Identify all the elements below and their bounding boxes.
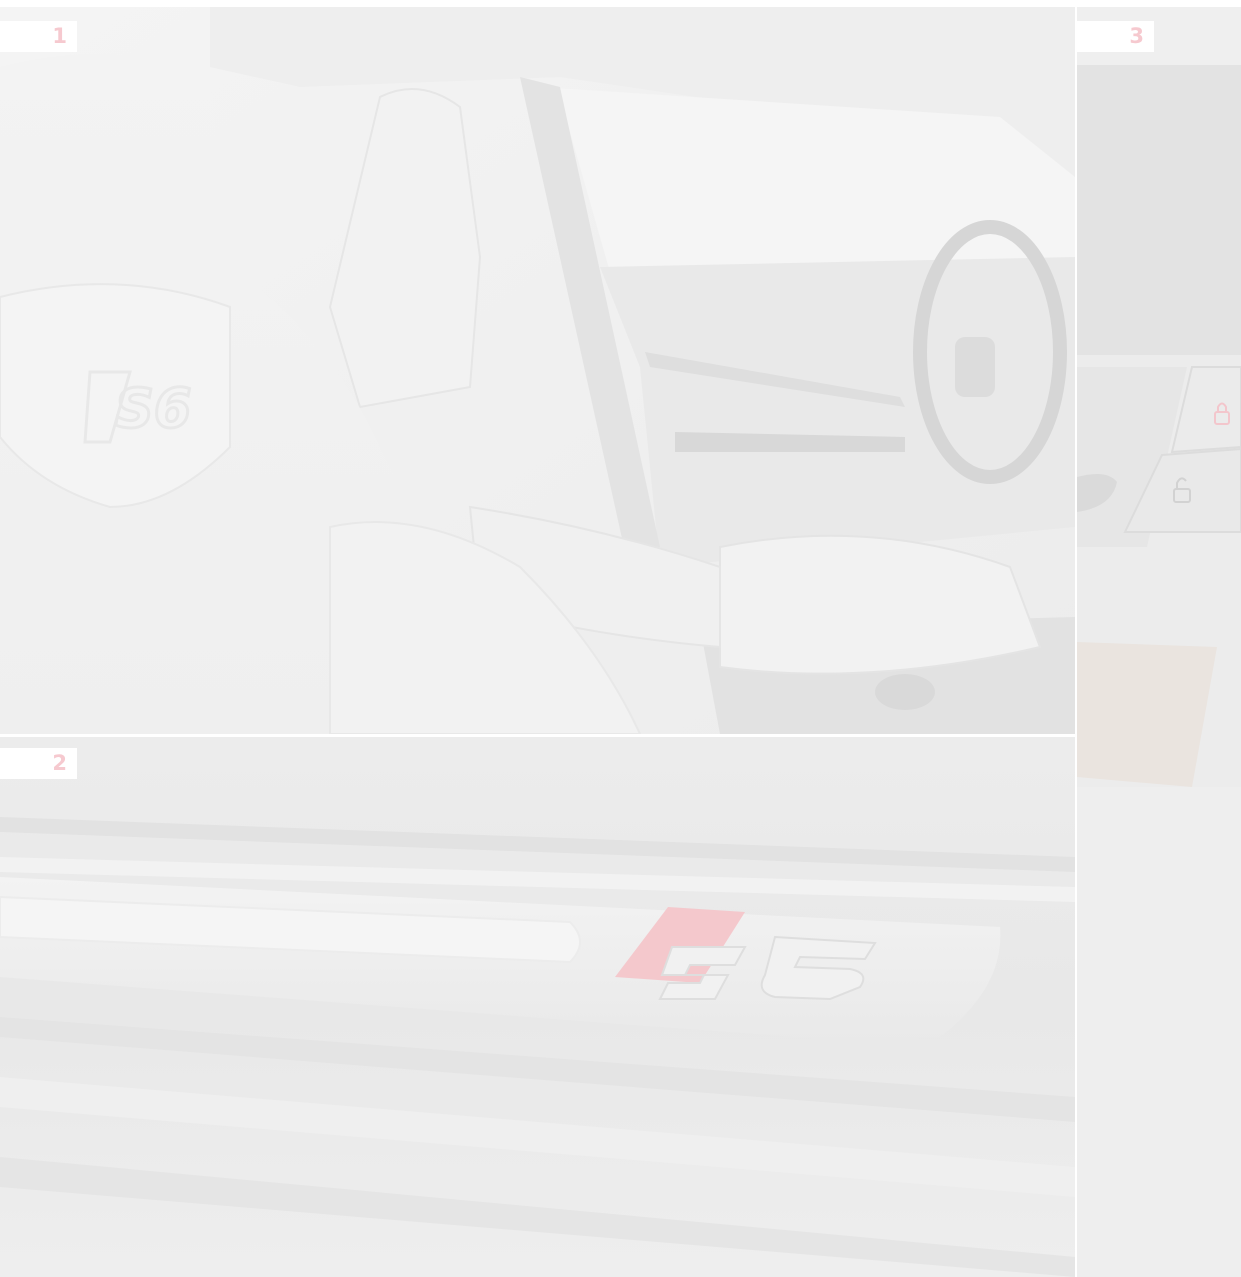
photo-panel-1: S6 xyxy=(0,7,1075,734)
svg-text:S6: S6 xyxy=(115,377,191,440)
panel-number-2: 2 xyxy=(0,748,77,779)
door-sill-image xyxy=(0,737,1075,1277)
photo-panel-3 xyxy=(1077,7,1241,1277)
panel-number-3: 3 xyxy=(1077,21,1154,52)
photo-panel-2 xyxy=(0,737,1075,1277)
seat-interior-image: S6 xyxy=(0,7,1075,734)
door-lock-image xyxy=(1077,7,1241,1277)
panel-number-1: 1 xyxy=(0,21,77,52)
